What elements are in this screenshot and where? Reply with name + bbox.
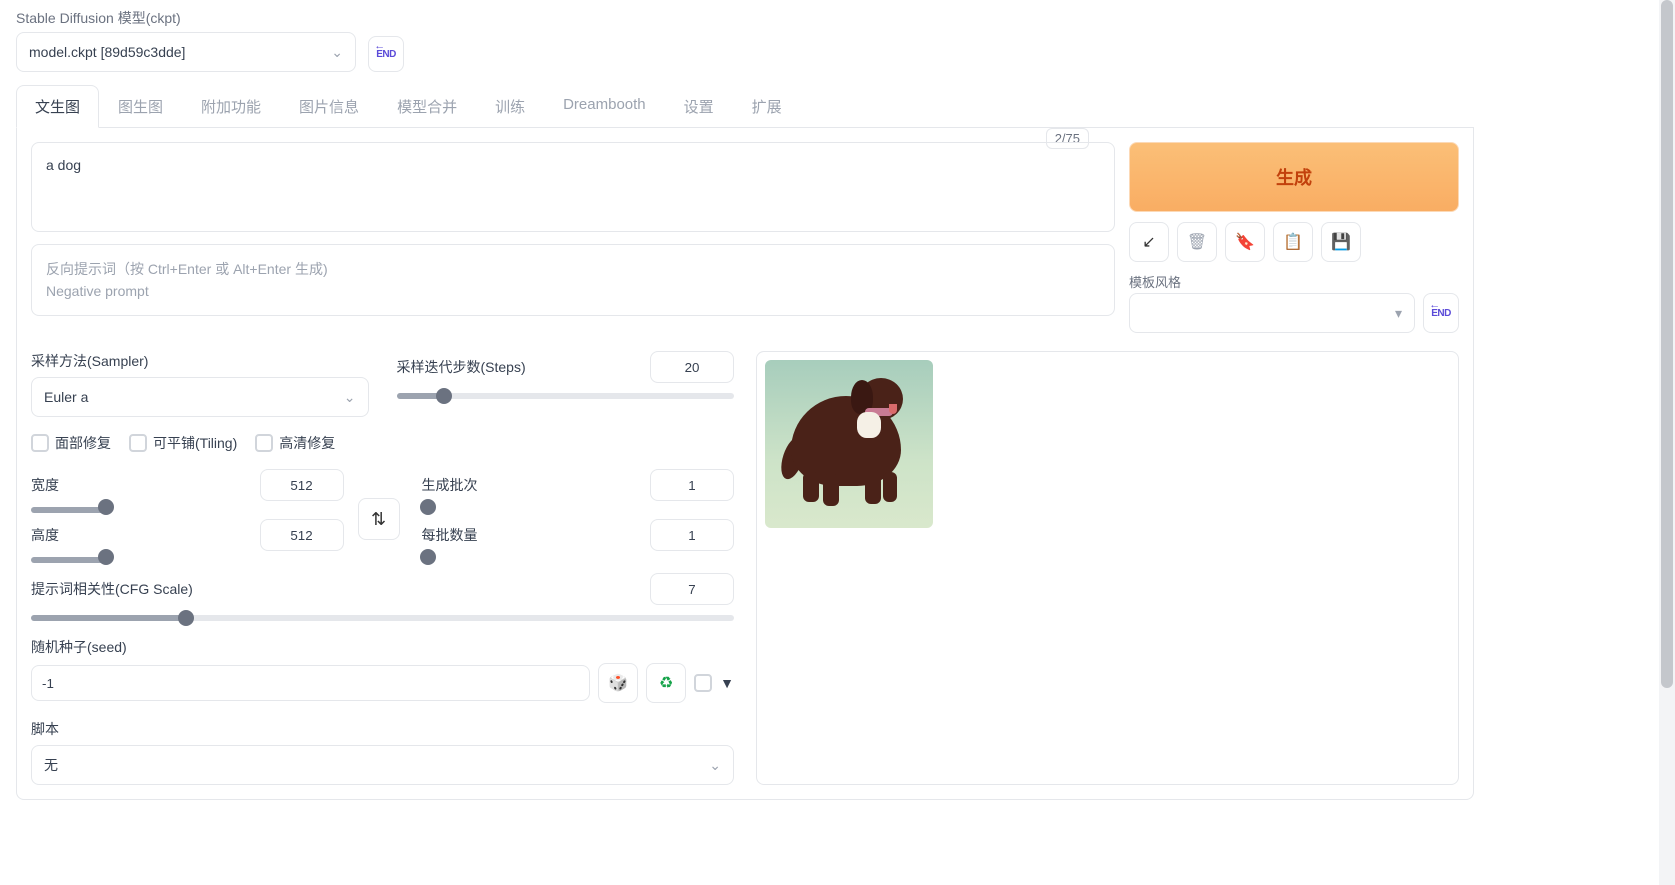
tabs: 文生图 图生图 附加功能 图片信息 模型合并 训练 Dreambooth 设置 …: [16, 84, 1474, 128]
tiling-label: 可平铺(Tiling): [153, 433, 237, 453]
swap-dims-button[interactable]: ⇅: [358, 498, 400, 540]
random-seed-button[interactable]: 🎲: [598, 663, 638, 703]
steps-label: 采样迭代步数(Steps): [397, 357, 526, 377]
swap-icon: ⇅: [371, 509, 386, 530]
reuse-seed-button[interactable]: ♻: [646, 663, 686, 703]
bookmark-icon: 🔖: [1235, 232, 1255, 252]
tab-imginfo[interactable]: 图片信息: [280, 85, 378, 128]
chevron-down-icon: ⌄: [331, 44, 343, 61]
arrow-in-icon: ↙: [1142, 232, 1155, 252]
tab-train[interactable]: 训练: [476, 85, 544, 128]
hires-label: 高清修复: [279, 433, 335, 453]
tab-merge[interactable]: 模型合并: [378, 85, 476, 128]
refresh-icon: ←END: [1431, 308, 1451, 319]
script-value: 无: [44, 755, 58, 775]
tab-extensions[interactable]: 扩展: [733, 85, 801, 128]
batch-count-label: 生成批次: [422, 475, 478, 495]
scrollbar[interactable]: [1659, 0, 1675, 885]
negative-prompt-input[interactable]: 反向提示词（按 Ctrl+Enter 或 Alt+Enter 生成) Negat…: [31, 244, 1115, 316]
small-triangle-icon: ▾: [1395, 305, 1402, 322]
clipboard-icon: 📋: [1283, 232, 1303, 252]
refresh-styles-button[interactable]: ←END: [1423, 293, 1459, 333]
face-restore-label: 面部修复: [55, 433, 111, 453]
triangle-down-icon[interactable]: ▼: [720, 675, 734, 691]
tiling-check[interactable]: 可平铺(Tiling): [129, 433, 237, 453]
width-label: 宽度: [31, 475, 59, 495]
prompt-text: a dog: [46, 157, 81, 173]
trash-icon: 🗑: [1187, 232, 1207, 252]
neg-placeholder-2: Negative prompt: [46, 283, 1100, 299]
cfg-slider[interactable]: [31, 615, 734, 621]
batch-size-input[interactable]: [650, 519, 734, 551]
refresh-icon: ←END: [376, 49, 396, 60]
style-label: 模板风格: [1129, 272, 1415, 291]
sampler-select[interactable]: Euler a ⌄: [31, 377, 369, 417]
ckpt-label: Stable Diffusion 模型(ckpt): [16, 8, 356, 28]
steps-slider[interactable]: [397, 393, 735, 399]
output-gallery[interactable]: [756, 351, 1459, 785]
seed-input[interactable]: [31, 665, 590, 701]
dice-icon: 🎲: [608, 673, 628, 693]
tab-txt2img[interactable]: 文生图: [16, 85, 99, 128]
tab-img2img[interactable]: 图生图: [99, 85, 182, 128]
cfg-label: 提示词相关性(CFG Scale): [31, 579, 193, 599]
script-select[interactable]: 无 ⌄: [31, 745, 734, 785]
refresh-ckpt-button[interactable]: ←END: [368, 36, 404, 72]
extra-seed-check[interactable]: [694, 674, 712, 692]
tab-extras[interactable]: 附加功能: [182, 85, 280, 128]
height-input[interactable]: [260, 519, 344, 551]
style-select[interactable]: ▾: [1129, 293, 1415, 333]
save-style-button[interactable]: 💾: [1321, 222, 1361, 262]
chevron-down-icon: ⌄: [344, 389, 356, 406]
face-restore-check[interactable]: 面部修复: [31, 433, 111, 453]
width-input[interactable]: [260, 469, 344, 501]
recycle-icon: ♻: [659, 673, 673, 693]
generate-button[interactable]: 生成: [1129, 142, 1459, 212]
cfg-input[interactable]: [650, 573, 734, 605]
tab-settings[interactable]: 设置: [665, 85, 733, 128]
sampler-label: 采样方法(Sampler): [31, 351, 369, 371]
sampler-value: Euler a: [44, 389, 88, 405]
save-icon: 💾: [1331, 232, 1351, 252]
seed-label: 随机种子(seed): [31, 637, 734, 657]
style-apply-button[interactable]: 📋: [1273, 222, 1313, 262]
ckpt-value: model.ckpt [89d59c3dde]: [29, 44, 185, 60]
clear-button[interactable]: 🗑: [1177, 222, 1217, 262]
batch-count-input[interactable]: [650, 469, 734, 501]
ckpt-select[interactable]: model.ckpt [89d59c3dde] ⌄: [16, 32, 356, 72]
hires-check[interactable]: 高清修复: [255, 433, 335, 453]
height-label: 高度: [31, 525, 59, 545]
neg-placeholder-1: 反向提示词（按 Ctrl+Enter 或 Alt+Enter 生成): [46, 259, 1100, 279]
prompt-input[interactable]: a dog: [31, 142, 1115, 232]
tab-dreambooth[interactable]: Dreambooth: [544, 85, 665, 128]
steps-input[interactable]: [650, 351, 734, 383]
script-label: 脚本: [31, 719, 734, 739]
output-image[interactable]: [765, 360, 933, 528]
paste-button[interactable]: ↙: [1129, 222, 1169, 262]
batch-size-label: 每批数量: [422, 525, 478, 545]
chevron-down-icon: ⌄: [709, 757, 721, 774]
style-create-button[interactable]: 🔖: [1225, 222, 1265, 262]
